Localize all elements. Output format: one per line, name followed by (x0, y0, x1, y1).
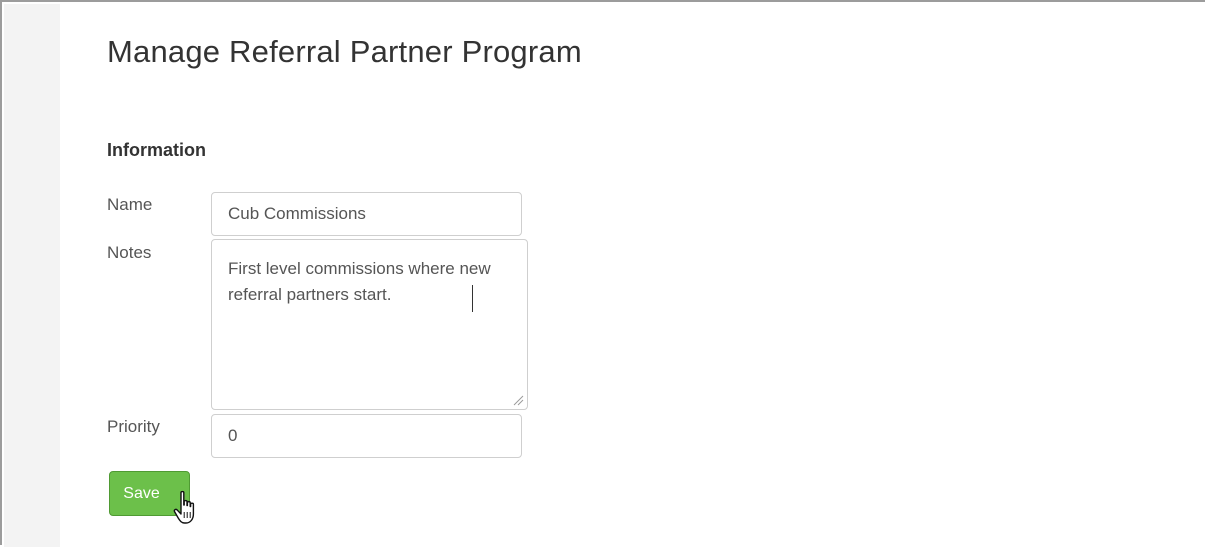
text-caret (472, 285, 473, 312)
name-input[interactable] (211, 192, 522, 236)
name-label: Name (107, 195, 153, 214)
app-window: Manage Referral Partner Program Informat… (0, 0, 1205, 547)
notes-label: Notes (107, 243, 152, 262)
priority-label: Priority (107, 417, 160, 436)
left-sidebar-strip (4, 4, 60, 547)
section-heading-information: Information (107, 140, 206, 160)
page-title: Manage Referral Partner Program (107, 34, 582, 69)
notes-textarea[interactable]: First level commissions where new referr… (211, 239, 528, 410)
resize-grip-icon[interactable] (512, 394, 524, 406)
hand-pointer-icon (173, 490, 195, 524)
priority-input[interactable] (211, 414, 522, 458)
